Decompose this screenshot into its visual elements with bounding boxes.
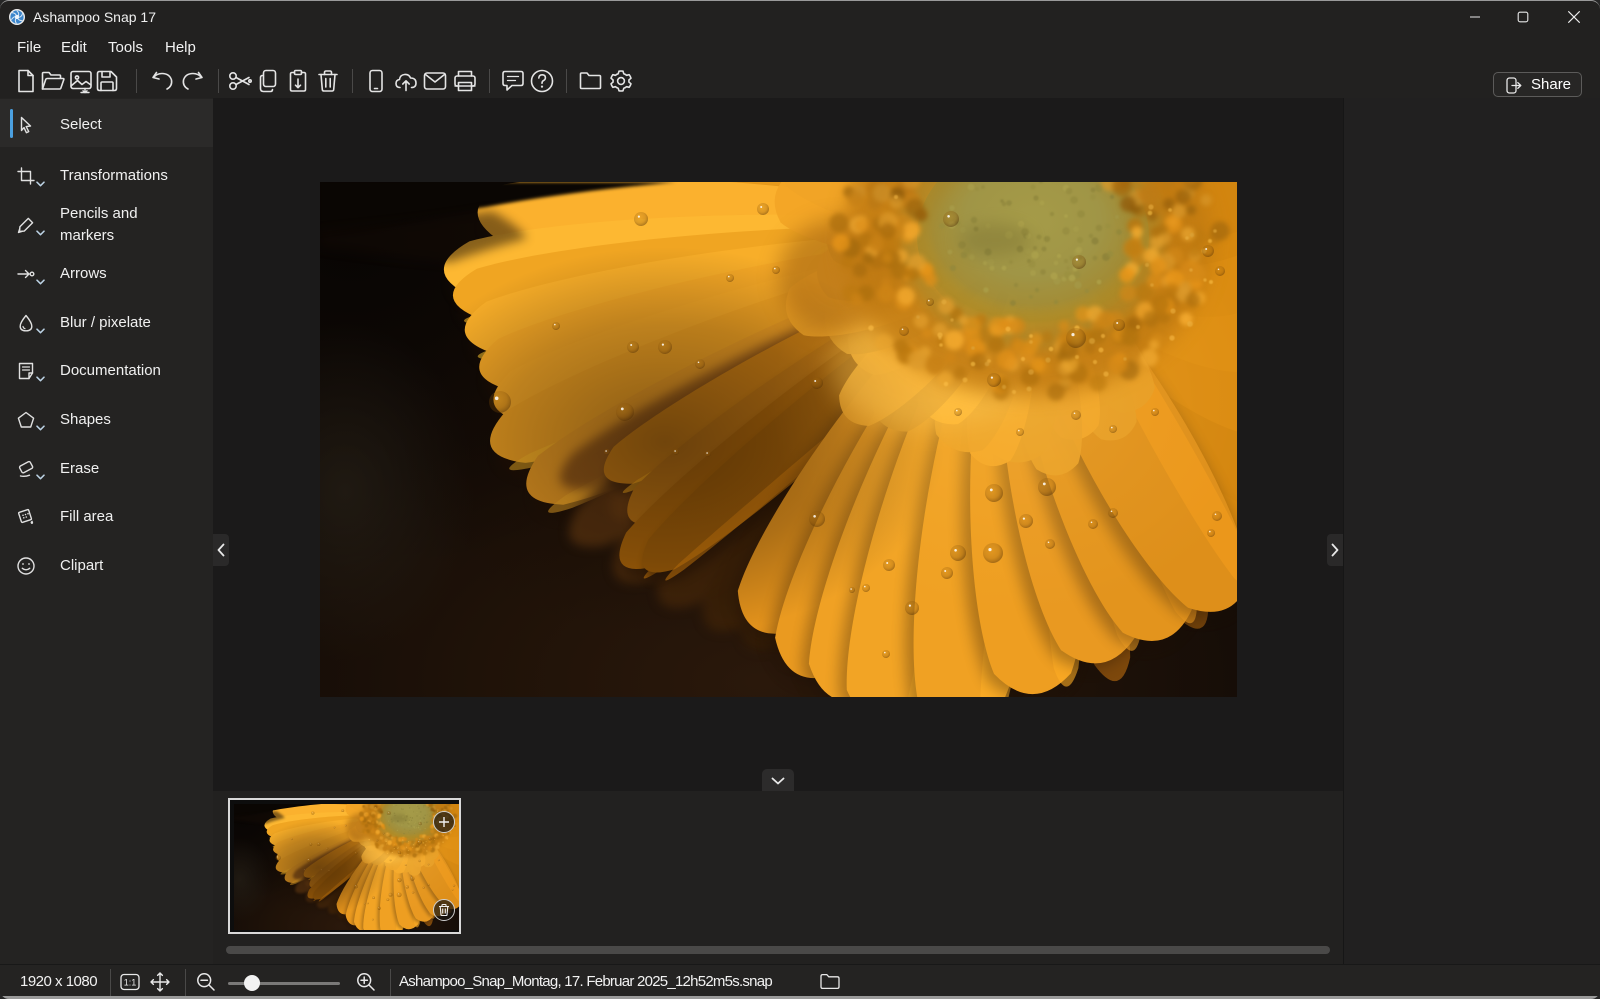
svg-text:1:1: 1:1 xyxy=(124,978,137,988)
